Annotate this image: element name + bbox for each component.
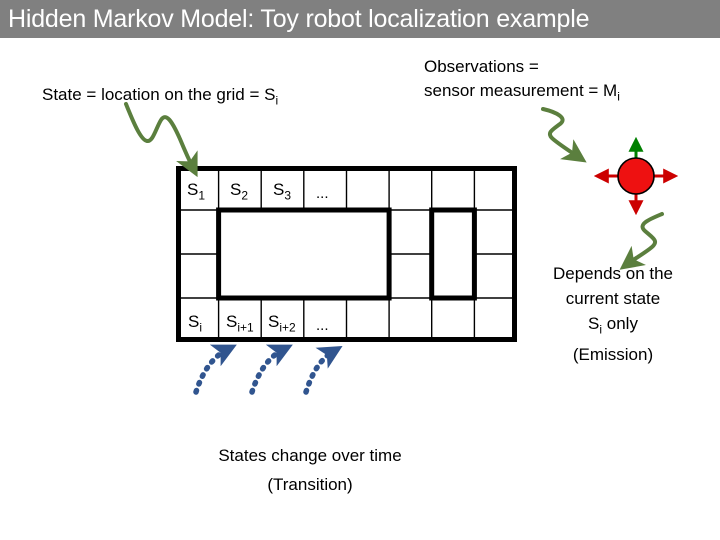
green-arrow-observation-to-robot <box>541 107 587 163</box>
transition-note: States change over time (Transition) <box>160 441 460 499</box>
green-arrow-state-to-grid <box>124 102 198 178</box>
transition-line-1: States change over time <box>218 446 402 465</box>
grid-svg <box>176 166 517 342</box>
state-definition-label: State = location on the grid = Si <box>42 83 278 112</box>
observations-label: Observations = sensor measurement = Mi <box>424 55 620 108</box>
blue-transition-arrow-2 <box>249 344 293 395</box>
emission-line-2: current state <box>565 289 661 308</box>
grid-obstacle-small <box>429 207 477 301</box>
title-band: Hidden Markov Model: Toy robot localizat… <box>0 0 720 38</box>
emission-line-3-post: only <box>602 314 638 333</box>
robot-body-circle <box>617 157 655 195</box>
state-definition-subscript: i <box>275 93 279 108</box>
emission-line-1: Depends on the <box>552 264 674 283</box>
page-title: Hidden Markov Model: Toy robot localizat… <box>8 5 590 33</box>
emission-line-3-pre: S <box>588 314 600 333</box>
observations-subscript: i <box>617 89 620 104</box>
blue-transition-arrow-1 <box>193 344 237 395</box>
robot-grid: S1 S2 S3 ... Si Si+1 Si+2 ... <box>176 166 517 342</box>
blue-transition-arrow-3 <box>303 346 343 395</box>
observations-line-1: Observations = <box>424 57 539 76</box>
observations-line-2: sensor measurement = M <box>424 81 618 100</box>
green-arrow-robot-to-emission <box>619 212 664 270</box>
emission-note: Depends on the current state Si only (Emis… <box>528 261 698 367</box>
state-definition-text: State = location on the grid = S <box>42 85 276 104</box>
emission-line-4: (Emission) <box>572 345 654 365</box>
transition-line-2: (Transition) <box>267 475 353 494</box>
grid-obstacle-large <box>216 207 392 301</box>
